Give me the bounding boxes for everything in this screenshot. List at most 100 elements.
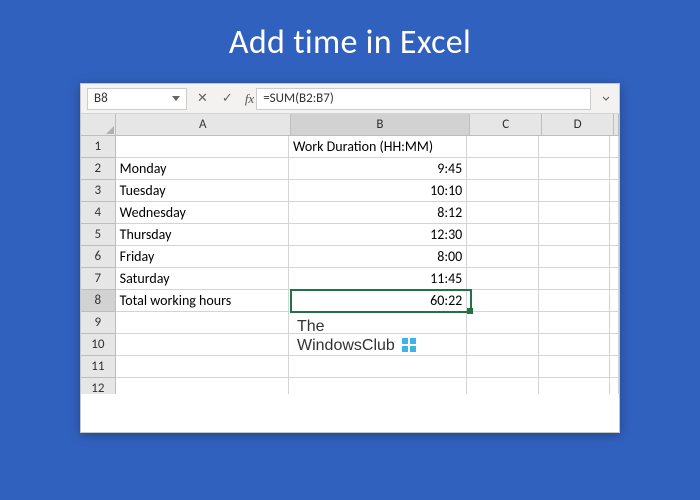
cell-C9[interactable]: [467, 312, 538, 334]
cell-E10[interactable]: [610, 334, 619, 356]
row-header-9[interactable]: 9: [81, 312, 116, 334]
cell-A3[interactable]: Tuesday: [116, 180, 289, 202]
cell-C1[interactable]: [467, 136, 538, 158]
table-row: 9: [81, 312, 619, 334]
cell-A6[interactable]: Friday: [116, 246, 289, 268]
cell-A12[interactable]: [116, 378, 289, 394]
expand-formula-bar-icon[interactable]: [597, 88, 615, 110]
cell-E12[interactable]: [610, 378, 619, 394]
col-header-D[interactable]: D: [542, 114, 614, 136]
name-box[interactable]: B8: [87, 88, 187, 110]
enter-icon[interactable]: ✓: [218, 91, 237, 106]
cell-E5[interactable]: [610, 224, 619, 246]
formula-bar-row: B8 ✕ ✓ fx =SUM(B2:B7): [81, 84, 619, 114]
formula-text: =SUM(B2:B7): [263, 91, 334, 106]
excel-window: B8 ✕ ✓ fx =SUM(B2:B7) A B C D 1 Wo: [80, 83, 620, 433]
cell-D12[interactable]: [539, 378, 610, 394]
fx-icon[interactable]: fx: [243, 91, 256, 107]
name-box-value: B8: [94, 91, 108, 106]
cell-B3[interactable]: 10:10: [289, 180, 467, 202]
cell-D1[interactable]: [539, 136, 610, 158]
cell-E8[interactable]: [610, 290, 619, 312]
row-header-3[interactable]: 3: [81, 180, 116, 202]
col-header-A[interactable]: A: [116, 114, 291, 136]
table-row: 6 Friday 8:00: [81, 246, 619, 268]
cell-A2[interactable]: Monday: [116, 158, 289, 180]
cell-D5[interactable]: [539, 224, 610, 246]
cell-D8[interactable]: [539, 290, 610, 312]
cell-C11[interactable]: [467, 356, 538, 378]
cell-C5[interactable]: [467, 224, 538, 246]
col-header-partial[interactable]: [614, 114, 619, 136]
cell-A5[interactable]: Thursday: [116, 224, 289, 246]
cell-A4[interactable]: Wednesday: [116, 202, 289, 224]
cell-B6[interactable]: 8:00: [289, 246, 467, 268]
cell-D3[interactable]: [539, 180, 610, 202]
cell-B11[interactable]: [289, 356, 467, 378]
cell-D7[interactable]: [539, 268, 610, 290]
cell-D2[interactable]: [539, 158, 610, 180]
cell-E4[interactable]: [610, 202, 619, 224]
cell-E3[interactable]: [610, 180, 619, 202]
table-row: 3 Tuesday 10:10: [81, 180, 619, 202]
cell-E2[interactable]: [610, 158, 619, 180]
row-header-6[interactable]: 6: [81, 246, 116, 268]
cell-C2[interactable]: [467, 158, 538, 180]
cell-B12[interactable]: [289, 378, 467, 394]
row-header-1[interactable]: 1: [81, 136, 116, 158]
cell-C10[interactable]: [467, 334, 538, 356]
cell-A11[interactable]: [116, 356, 289, 378]
col-header-B[interactable]: B: [291, 114, 471, 136]
row-header-5[interactable]: 5: [81, 224, 116, 246]
column-headers: A B C D: [81, 114, 619, 136]
chevron-down-icon[interactable]: [172, 96, 180, 101]
cell-B4[interactable]: 8:12: [289, 202, 467, 224]
table-row: 7 Saturday 11:45: [81, 268, 619, 290]
table-row: 2 Monday 9:45: [81, 158, 619, 180]
cell-D6[interactable]: [539, 246, 610, 268]
cell-D9[interactable]: [539, 312, 610, 334]
row-header-2[interactable]: 2: [81, 158, 116, 180]
cell-B8[interactable]: 60:22: [289, 290, 467, 312]
cell-C4[interactable]: [467, 202, 538, 224]
cell-A7[interactable]: Saturday: [116, 268, 289, 290]
cell-B10[interactable]: [289, 334, 467, 356]
row-header-12[interactable]: 12: [81, 378, 116, 394]
cell-A1[interactable]: [116, 136, 289, 158]
grid-body: 1 Work Duration (HH:MM) 2 Monday 9:45 3 …: [81, 136, 619, 432]
col-header-C[interactable]: C: [470, 114, 542, 136]
formula-bar[interactable]: =SUM(B2:B7): [256, 88, 591, 110]
cell-D11[interactable]: [539, 356, 610, 378]
cell-E1[interactable]: [610, 136, 619, 158]
cell-C8[interactable]: [467, 290, 538, 312]
select-all-cell[interactable]: [81, 114, 116, 136]
table-row: 10: [81, 334, 619, 356]
row-header-7[interactable]: 7: [81, 268, 116, 290]
cell-E9[interactable]: [610, 312, 619, 334]
cell-D4[interactable]: [539, 202, 610, 224]
cell-C3[interactable]: [467, 180, 538, 202]
table-row: 12: [81, 378, 619, 394]
cell-E7[interactable]: [610, 268, 619, 290]
cell-C12[interactable]: [467, 378, 538, 394]
row-header-10[interactable]: 10: [81, 334, 116, 356]
cell-A9[interactable]: [116, 312, 289, 334]
cell-C7[interactable]: [467, 268, 538, 290]
row-header-11[interactable]: 11: [81, 356, 116, 378]
cell-D10[interactable]: [539, 334, 610, 356]
cell-A8[interactable]: Total working hours: [116, 290, 289, 312]
cell-B7[interactable]: 11:45: [289, 268, 467, 290]
cell-B2[interactable]: 9:45: [289, 158, 467, 180]
spreadsheet-grid: A B C D 1 Work Duration (HH:MM) 2 Monday…: [81, 114, 619, 432]
cell-B5[interactable]: 12:30: [289, 224, 467, 246]
cell-B1[interactable]: Work Duration (HH:MM): [289, 136, 467, 158]
cell-E11[interactable]: [610, 356, 619, 378]
cell-B9[interactable]: [289, 312, 467, 334]
cell-E6[interactable]: [610, 246, 619, 268]
cell-C6[interactable]: [467, 246, 538, 268]
cancel-icon[interactable]: ✕: [193, 91, 212, 106]
row-header-4[interactable]: 4: [81, 202, 116, 224]
row-header-8[interactable]: 8: [81, 290, 116, 312]
table-row: 11: [81, 356, 619, 378]
cell-A10[interactable]: [116, 334, 289, 356]
